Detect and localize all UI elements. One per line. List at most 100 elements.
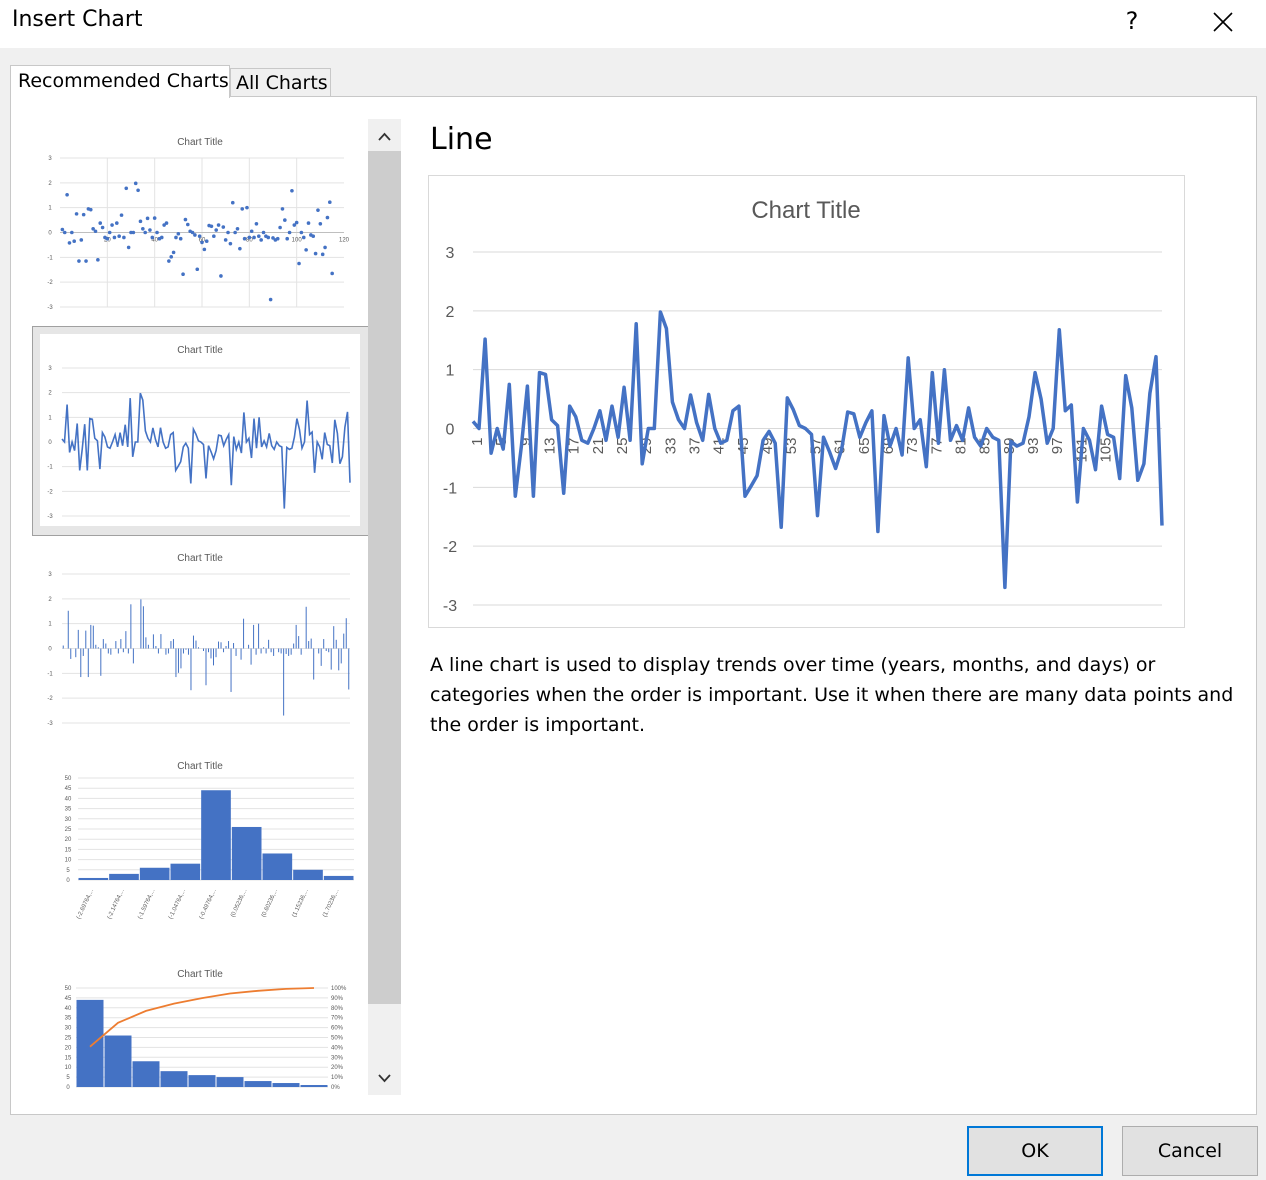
- thumbnail-point: [98, 221, 103, 225]
- thumbnail-y-tick: 40: [65, 1006, 72, 1012]
- scatter-thumbnail-chart: Chart Title3210-1-2-320406080100120: [47, 137, 349, 311]
- thumbnail-bin-label: (0.60236,...: [261, 888, 279, 918]
- thumbnail-y-tick: 45: [65, 996, 72, 1002]
- thumbnail-y-tick: -2: [47, 696, 53, 702]
- y-tick-label: -3: [443, 598, 457, 615]
- x-tick-label: 73: [904, 438, 921, 455]
- tab-all-charts[interactable]: All Charts: [230, 68, 331, 97]
- thumbnail-point: [124, 186, 129, 191]
- thumbnail-point: [313, 251, 318, 256]
- thumbnail-point: [155, 230, 159, 235]
- x-tick-label: 65: [856, 438, 873, 455]
- thumbnail-point: [318, 222, 323, 226]
- thumbnail-y-tick: -2: [47, 489, 53, 495]
- thumbnail-clustered-column[interactable]: Chart Title 3 2 1 0 -1 -2 -3: [40, 542, 360, 734]
- thumbnail-point: [79, 238, 84, 242]
- thumbnail-bin-label: (-1.04764,...: [168, 888, 187, 920]
- thumbnail-point: [60, 227, 65, 232]
- thumbnail-scatter[interactable]: Chart Title3210-1-2-320406080100120: [40, 126, 360, 318]
- thumbnail-y-tick: 1: [48, 206, 52, 212]
- thumbnail-point: [245, 205, 249, 210]
- thumbnail-y-tick: 2: [48, 391, 52, 397]
- thumbnail-point: [193, 233, 197, 237]
- thumbnail-bin-label: (-2.14764,...: [107, 888, 126, 920]
- thumbnail-point: [169, 255, 174, 259]
- thumbnail-point: [226, 230, 230, 235]
- thumbnail-title: Chart Title: [177, 969, 223, 980]
- thumbnail-point: [72, 239, 76, 243]
- thumbnail-point: [126, 245, 131, 250]
- thumbnail-point: [299, 230, 304, 235]
- thumbnail-bin-label: (-2.69764,...: [76, 888, 95, 920]
- thumbnail-y-tick: 25: [65, 827, 72, 833]
- chevron-down-icon[interactable]: [368, 1063, 401, 1093]
- help-button[interactable]: ?: [1118, 4, 1146, 38]
- thumbnail-y-tick: -1: [47, 671, 53, 677]
- thumbnail-point: [304, 248, 308, 252]
- thumbnail-scrollbar[interactable]: [368, 119, 401, 1095]
- chevron-up-icon[interactable]: [368, 121, 401, 151]
- thumbnail-y-tick: 3: [48, 366, 52, 372]
- thumbnail-point: [230, 200, 235, 205]
- x-tick-label: 93: [1025, 438, 1042, 455]
- thumbnail-point: [84, 259, 88, 263]
- thumbnail-point: [259, 238, 263, 242]
- close-button[interactable]: [1204, 2, 1242, 40]
- thumbnail-point: [214, 228, 218, 232]
- thumbnail-line[interactable]: Chart Title 3 2 1 0 -1 -2 -3: [32, 326, 370, 536]
- thumbnail-point: [280, 207, 285, 211]
- thumbnail-y-tick: 3: [48, 156, 52, 162]
- thumbnail-point: [285, 236, 289, 241]
- thumbnail-point: [74, 212, 79, 216]
- preview-heading: Line: [430, 122, 493, 157]
- thumbnail-y-tick: 1: [48, 415, 52, 421]
- thumbnail-histogram[interactable]: Chart Title 50 45 40 35 30 25 20 15 10 5 0 (-2.69764…: [40, 750, 360, 942]
- thumbnail-bin-label: (-1.59764,...: [137, 888, 156, 920]
- thumbnail-point: [181, 272, 185, 277]
- cancel-button[interactable]: Cancel: [1122, 1126, 1258, 1176]
- thumbnail-point: [107, 230, 112, 235]
- thumbnail-y2-tick: 100%: [331, 986, 347, 992]
- thumbnail-point: [110, 223, 114, 227]
- thumbnail-y2-tick: 40%: [331, 1045, 344, 1051]
- thumbnail-point: [174, 235, 178, 240]
- thumbnail-point: [171, 250, 176, 255]
- thumbnail-point: [133, 181, 138, 186]
- thumbnail-point: [197, 234, 202, 239]
- thumbnail-point: [212, 234, 216, 239]
- thumbnail-point: [195, 267, 200, 272]
- thumbnail-y-tick: 5: [66, 1075, 70, 1081]
- scrollbar-thumb[interactable]: [368, 151, 401, 1004]
- y-tick-label: 3: [446, 245, 455, 262]
- thumbnail-point: [209, 224, 214, 229]
- line-thumbnail-chart: Chart Title 3 2 1 0 -1 -2 -3: [40, 334, 360, 526]
- thumbnail-point: [297, 261, 301, 266]
- thumbnail-point: [178, 236, 183, 241]
- thumbnail-y-tick: 15: [65, 1055, 72, 1061]
- thumbnail-bar: [139, 867, 170, 880]
- y-tick-label: 2: [446, 304, 455, 321]
- thumbnail-bar: [160, 1071, 188, 1087]
- thumbnail-title: Chart Title: [177, 345, 223, 356]
- thumbnail-y-tick: 10: [65, 858, 72, 864]
- thumbnail-point: [143, 230, 147, 235]
- pareto-thumbnail-chart: Chart Title50454035302520151050100%90%80…: [65, 969, 347, 1091]
- thumbnail-point: [136, 188, 140, 193]
- chart-frame: [428, 175, 1185, 628]
- thumbnail-point: [278, 225, 282, 230]
- thumbnail-point: [131, 230, 136, 235]
- thumbnail-point: [325, 215, 330, 220]
- thumbnail-point: [100, 225, 105, 230]
- thumbnail-pareto[interactable]: Chart Title 50 45 40 35 30 25 20 15 10 5 0 100% 90% 80…: [40, 958, 360, 1094]
- thumbnail-y-tick: 0: [48, 440, 52, 446]
- thumbnail-y2-tick: 80%: [331, 1006, 344, 1012]
- thumbnail-point: [320, 252, 325, 257]
- tab-recommended-charts[interactable]: Recommended Charts: [10, 65, 230, 98]
- thumbnail-bar: [262, 853, 293, 880]
- thumbnail-y-tick: -3: [47, 721, 53, 727]
- thumbnail-y-tick: 2: [48, 597, 52, 603]
- ok-button[interactable]: OK: [967, 1126, 1103, 1176]
- title-bar: Insert Chart ?: [0, 0, 1266, 48]
- thumbnail-point: [219, 274, 223, 278]
- y-tick-label: 0: [446, 422, 455, 439]
